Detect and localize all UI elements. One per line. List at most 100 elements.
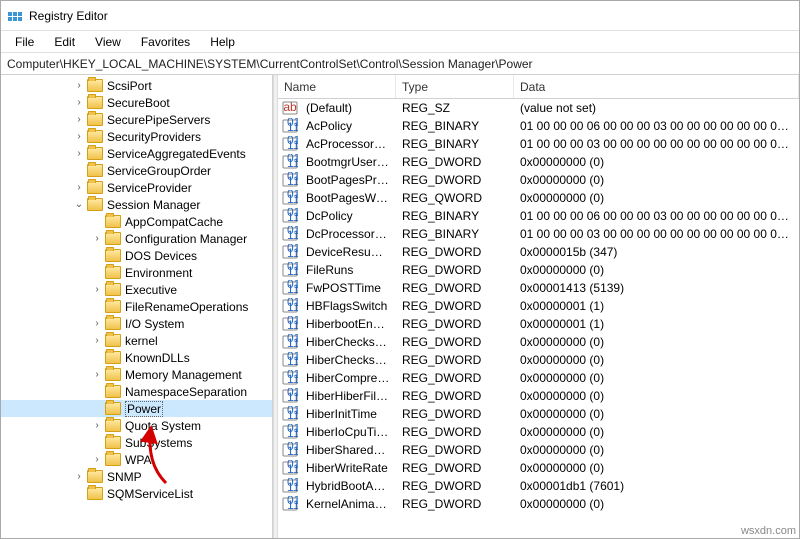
value-name: HiberSharedBuff...: [300, 443, 396, 457]
header-type[interactable]: Type: [396, 75, 514, 98]
folder-icon: [105, 266, 121, 279]
expander-icon[interactable]: ›: [73, 114, 85, 126]
tree-item-session-manager[interactable]: ⌄Session Manager: [1, 196, 272, 213]
tree-item-i-o-system[interactable]: ›I/O System: [1, 315, 272, 332]
value-row[interactable]: 011110FileRunsREG_DWORD0x00000000 (0): [278, 261, 799, 279]
expander-icon[interactable]: ›: [73, 80, 85, 92]
value-type: REG_DWORD: [396, 335, 514, 349]
expander-icon[interactable]: ›: [73, 97, 85, 109]
value-row[interactable]: 011110AcPolicyREG_BINARY01 00 00 00 06 0…: [278, 117, 799, 135]
expander-icon[interactable]: ›: [73, 471, 85, 483]
expander-icon[interactable]: ›: [73, 131, 85, 143]
value-row[interactable]: 011110HiberWriteRateREG_DWORD0x00000000 …: [278, 459, 799, 477]
value-row[interactable]: 011110HiberChecksum...REG_DWORD0x0000000…: [278, 351, 799, 369]
value-row[interactable]: 011110HiberInitTimeREG_DWORD0x00000000 (…: [278, 405, 799, 423]
string-value-icon: ab: [282, 100, 298, 116]
value-row[interactable]: 011110HybridBootAni...REG_DWORD0x00001db…: [278, 477, 799, 495]
tree-item-configuration-manager[interactable]: ›Configuration Manager: [1, 230, 272, 247]
value-row[interactable]: 011110BootmgrUserInp...REG_DWORD0x000000…: [278, 153, 799, 171]
tree-item-knowndlls[interactable]: KnownDLLs: [1, 349, 272, 366]
value-data: 01 00 00 00 06 00 00 00 03 00 00 00 00 0…: [514, 209, 799, 223]
binary-value-icon: 011110: [282, 136, 298, 152]
tree-item-environment[interactable]: Environment: [1, 264, 272, 281]
svg-text:ab: ab: [283, 100, 297, 114]
tree-item-filerenameoperations[interactable]: FileRenameOperations: [1, 298, 272, 315]
tree-item-quota-system[interactable]: ›Quota System: [1, 417, 272, 434]
value-row[interactable]: ab(Default)REG_SZ(value not set): [278, 99, 799, 117]
tree-item-servicegrouporder[interactable]: ServiceGroupOrder: [1, 162, 272, 179]
tree-item-serviceprovider[interactable]: ›ServiceProvider: [1, 179, 272, 196]
value-type: REG_BINARY: [396, 209, 514, 223]
header-name[interactable]: Name: [278, 75, 396, 98]
value-row[interactable]: 011110BootPagesWrittenREG_QWORD0x0000000…: [278, 189, 799, 207]
tree-item-secureboot[interactable]: ›SecureBoot: [1, 94, 272, 111]
tree-item-memory-management[interactable]: ›Memory Management: [1, 366, 272, 383]
value-row[interactable]: 011110HiberCompress...REG_DWORD0x0000000…: [278, 369, 799, 387]
tree-item-dos-devices[interactable]: DOS Devices: [1, 247, 272, 264]
value-row[interactable]: 011110KernelAnimati...REG_DWORD0x0000000…: [278, 495, 799, 513]
values-pane[interactable]: Name Type Data ab(Default)REG_SZ(value n…: [278, 75, 799, 538]
tree-item-namespaceseparation[interactable]: NamespaceSeparation: [1, 383, 272, 400]
binary-value-icon: 011110: [282, 352, 298, 368]
tree-item-serviceaggregatedevents[interactable]: ›ServiceAggregatedEvents: [1, 145, 272, 162]
binary-value-icon: 011110: [282, 316, 298, 332]
binary-value-icon: 011110: [282, 370, 298, 386]
value-row[interactable]: 011110DeviceResumeTi...REG_DWORD0x000001…: [278, 243, 799, 261]
menu-help[interactable]: Help: [200, 33, 245, 51]
value-name: HiberbootEnabled: [300, 317, 396, 331]
tree-label: SecurityProviders: [107, 130, 201, 144]
expander-icon[interactable]: ›: [73, 182, 85, 194]
expander-icon[interactable]: ›: [91, 233, 103, 245]
tree-label: NamespaceSeparation: [125, 385, 247, 399]
value-row[interactable]: 011110HiberIoCpuTimeREG_DWORD0x00000000 …: [278, 423, 799, 441]
tree-item-securityproviders[interactable]: › SecurityProviders: [1, 128, 272, 145]
expander-icon[interactable]: ›: [91, 335, 103, 347]
tree-item-securepipeservers[interactable]: ›SecurePipeServers: [1, 111, 272, 128]
header-data[interactable]: Data: [514, 75, 799, 98]
value-row[interactable]: 011110HiberChecksum...REG_DWORD0x0000000…: [278, 333, 799, 351]
list-header: Name Type Data: [278, 75, 799, 99]
value-row[interactable]: 011110HiberSharedBuff...REG_DWORD0x00000…: [278, 441, 799, 459]
expander-icon[interactable]: ›: [91, 318, 103, 330]
value-row[interactable]: 011110BootPagesProce...REG_DWORD0x000000…: [278, 171, 799, 189]
value-row[interactable]: 011110HiberHiberFileTi...REG_DWORD0x0000…: [278, 387, 799, 405]
tree-item-subsystems[interactable]: SubSystems: [1, 434, 272, 451]
tree-item-sqmservicelist[interactable]: SQMServiceList: [1, 485, 272, 502]
value-row[interactable]: 011110AcProcessorPoli...REG_BINARY01 00 …: [278, 135, 799, 153]
menu-view[interactable]: View: [85, 33, 131, 51]
expander-icon[interactable]: ›: [91, 454, 103, 466]
menu-favorites[interactable]: Favorites: [131, 33, 200, 51]
tree-pane[interactable]: ›ScsiPort›SecureBoot›SecurePipeServers›S…: [1, 75, 273, 538]
expander-icon[interactable]: ›: [91, 284, 103, 296]
tree-item-kernel[interactable]: ›kernel: [1, 332, 272, 349]
value-type: REG_BINARY: [396, 137, 514, 151]
value-type: REG_DWORD: [396, 173, 514, 187]
value-name: BootmgrUserInp...: [300, 155, 396, 169]
expander-icon[interactable]: ›: [91, 369, 103, 381]
expander-icon[interactable]: ›: [73, 148, 85, 160]
binary-value-icon: 011110: [282, 172, 298, 188]
tree-item-appcompatcache[interactable]: AppCompatCache: [1, 213, 272, 230]
tree-item-executive[interactable]: ›Executive: [1, 281, 272, 298]
tree-label: WPA: [125, 453, 151, 467]
expander-icon[interactable]: ›: [91, 420, 103, 432]
expander-icon[interactable]: ⌄: [73, 199, 85, 211]
binary-value-icon: 011110: [282, 208, 298, 224]
value-row[interactable]: 011110HiberbootEnabledREG_DWORD0x0000000…: [278, 315, 799, 333]
value-name: BootPagesProce...: [300, 173, 396, 187]
value-data: 0x00000000 (0): [514, 407, 799, 421]
tree-item-snmp[interactable]: ›SNMP: [1, 468, 272, 485]
value-name: KernelAnimati...: [300, 497, 396, 511]
address-bar[interactable]: Computer\HKEY_LOCAL_MACHINE\SYSTEM\Curre…: [1, 53, 799, 75]
value-row[interactable]: 011110DcProcessorPoli...REG_BINARY01 00 …: [278, 225, 799, 243]
tree-item-power[interactable]: Power: [1, 400, 272, 417]
tree-item-wpa[interactable]: › WPA: [1, 451, 272, 468]
value-row[interactable]: 011110DcPolicyREG_BINARY01 00 00 00 06 0…: [278, 207, 799, 225]
menu-edit[interactable]: Edit: [44, 33, 85, 51]
tree-item-scsiport[interactable]: ›ScsiPort: [1, 77, 272, 94]
value-row[interactable]: 011110FwPOSTTimeREG_DWORD0x00001413 (513…: [278, 279, 799, 297]
binary-value-icon: 011110: [282, 298, 298, 314]
binary-value-icon: 011110: [282, 442, 298, 458]
value-row[interactable]: 011110HBFlagsSwitchREG_DWORD0x00000001 (…: [278, 297, 799, 315]
menu-file[interactable]: File: [5, 33, 44, 51]
